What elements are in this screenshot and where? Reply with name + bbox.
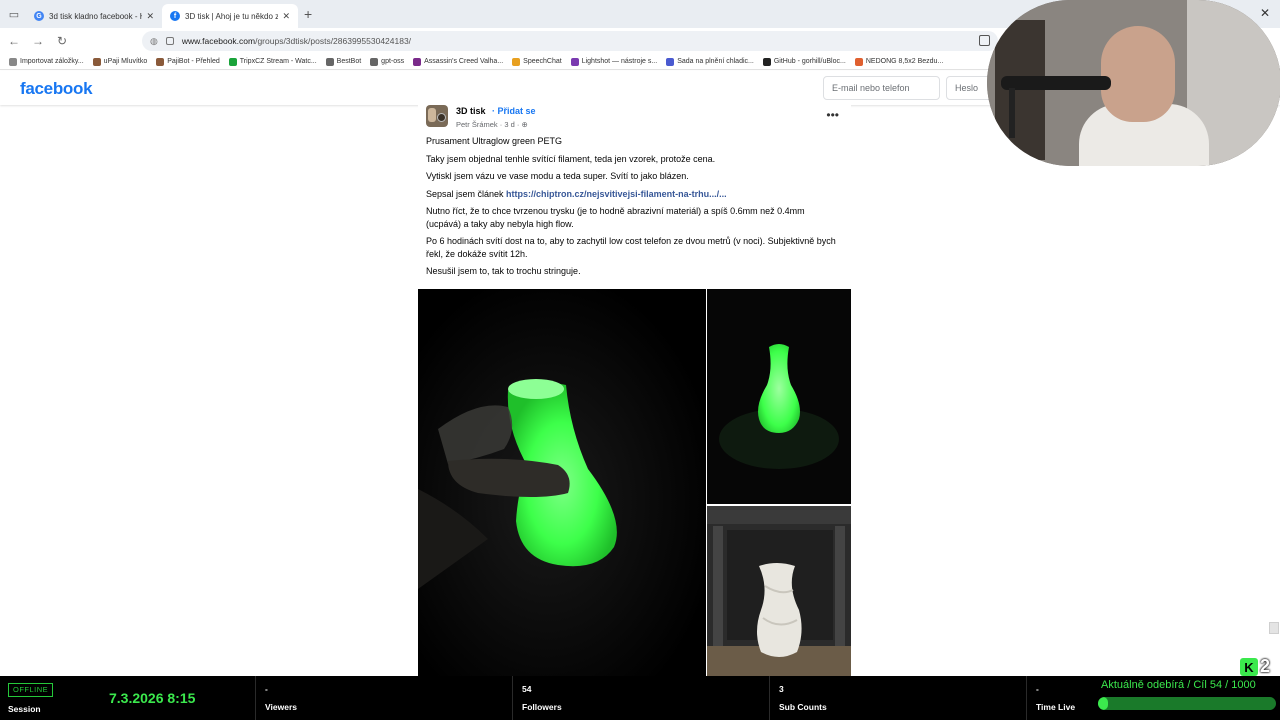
bookmark-favicon-icon — [413, 57, 422, 66]
browser-tab-search[interactable]: G 3d tisk kladno facebook - Hledat ✕ — [26, 4, 162, 28]
sub-goal-progress-fill — [1098, 697, 1108, 710]
followers-value: 54 — [522, 684, 532, 694]
email-field[interactable]: E-mail nebo telefon — [823, 76, 940, 100]
time-live-label: Time Live — [1036, 702, 1076, 712]
post-photo-white-vase-printer[interactable] — [707, 506, 851, 676]
session-datetime: 7.3.2026 8:15 — [109, 690, 196, 706]
streamer-webcam — [987, 0, 1280, 166]
google-favicon-icon: G — [34, 11, 44, 21]
kick-badge: K 2 — [1238, 656, 1280, 678]
post-text: Prusament Ultraglow green PETG Taky jsem… — [426, 135, 836, 283]
bookmark-item[interactable]: NEDONG 8,5x2 Bezdu... — [854, 57, 944, 66]
new-tab-button[interactable]: + — [304, 6, 312, 22]
group-avatar[interactable] — [426, 105, 448, 127]
article-link[interactable]: https://chiptron.cz/nejsvitivejsi-filame… — [506, 189, 727, 199]
post-paragraph: Nutno říct, že to chce tvrzenou trysku (… — [426, 206, 805, 229]
viewers-value: - — [265, 684, 268, 694]
bookmark-favicon-icon — [228, 57, 237, 66]
subs-value: 3 — [779, 684, 784, 694]
bookmark-item[interactable]: uPaji Mluvítko — [92, 57, 148, 66]
post-photo-glowing-vase-dark[interactable] — [707, 289, 851, 504]
bookmark-label: Importovat záložky... — [20, 58, 84, 65]
time-live-value: - — [1036, 684, 1039, 694]
public-globe-icon: ⊕ — [521, 120, 528, 129]
facebook-logo[interactable]: facebook — [20, 79, 93, 99]
tab-list-icon[interactable]: ▭ — [2, 2, 26, 26]
sub-goal-progress — [1098, 697, 1276, 710]
post-paragraph: Taky jsem objednal tenhle svítící filame… — [426, 153, 716, 164]
post-paragraph: Nesušil jsem to, tak to trochu stringuje… — [426, 266, 581, 276]
viewers-stat: - Viewers — [265, 676, 505, 720]
bookmark-label: TripxCZ Stream - Watc... — [239, 58, 317, 65]
bookmark-favicon-icon — [92, 57, 101, 66]
viewers-label: Viewers — [265, 702, 297, 712]
tab-title: 3D tisk | Ahoj je tu někdo z Kladna — [185, 11, 279, 21]
status-badge: OFFLINE — [8, 683, 54, 697]
bookmark-label: NEDONG 8,5x2 Bezdu... — [865, 58, 944, 65]
bookmark-item[interactable]: BestBot — [325, 57, 362, 66]
group-post: 3D tisk · Přidat se Petr Šrámek · 3 d · … — [418, 105, 851, 289]
post-meta: Petr Šrámek · 3 d · ⊕ — [456, 120, 528, 129]
bookmark-label: GitHub - gorhill/uBloc... — [773, 58, 846, 65]
bookmark-item[interactable]: PajiBot - Přehled — [156, 57, 220, 66]
subs-stat: 3 Sub Counts — [779, 676, 1019, 720]
bookmark-item[interactable]: Lightshot — nástroje s... — [570, 57, 658, 66]
more-options-icon[interactable]: ••• — [826, 108, 839, 122]
bookmark-item[interactable]: SpeechChat — [512, 57, 562, 66]
post-paragraph: Prusament Ultraglow green PETG — [426, 136, 563, 146]
bookmark-label: BestBot — [336, 58, 362, 65]
post-photo-glowing-vase-in-hand[interactable] — [418, 289, 706, 676]
post-paragraph: Vytiskl jsem vázu ve vase modu a teda su… — [426, 171, 689, 181]
address-bar[interactable]: ◍ www.facebook.com/groups/3dtisk/posts/2… — [142, 31, 998, 51]
bookmark-label: PajiBot - Přehled — [167, 58, 220, 65]
bookmark-favicon-icon — [512, 57, 521, 66]
bookmark-favicon-icon — [762, 57, 771, 66]
bookmark-item[interactable]: GitHub - gorhill/uBloc... — [762, 57, 846, 66]
bookmark-item[interactable]: gpt-oss — [370, 57, 405, 66]
forward-arrow-icon[interactable]: → — [28, 31, 48, 51]
stream-stats-bar: OFFLINE Session 7.3.2026 8:15 - Viewers … — [0, 676, 1280, 720]
bookmark-item[interactable]: Assassin's Creed Valha... — [413, 57, 504, 66]
bookmark-favicon-icon — [370, 57, 379, 66]
reload-icon[interactable]: ↻ — [52, 31, 72, 51]
bookmark-label: Sada na plnění chladic... — [677, 58, 754, 65]
bookmark-favicon-icon — [854, 57, 863, 66]
browser-tab-facebook[interactable]: f 3D tisk | Ahoj je tu někdo z Kladna ✕ — [162, 4, 298, 28]
tab-close-icon[interactable]: ✕ — [282, 11, 290, 22]
bookmark-label: uPaji Mluvítko — [103, 58, 148, 65]
bookmark-label: gpt-oss — [381, 58, 405, 65]
bookmark-label: Lightshot — nástroje s... — [581, 58, 658, 65]
tab-title: 3d tisk kladno facebook - Hledat — [49, 11, 142, 21]
subs-label: Sub Counts — [779, 702, 827, 712]
bookmark-label: SpeechChat — [523, 58, 562, 65]
bookmark-favicon-icon — [666, 57, 675, 66]
tab-close-icon[interactable]: ✕ — [146, 11, 154, 22]
tracking-protection-icon[interactable] — [165, 37, 174, 45]
kick-count: 2 — [1260, 656, 1271, 676]
bookmark-label: Assassin's Creed Valha... — [424, 58, 504, 65]
join-group-button[interactable]: · Přidat se — [492, 106, 536, 116]
back-arrow-icon[interactable]: ← — [4, 31, 24, 51]
post-paragraph: Sepsal jsem článek https://chiptron.cz/n… — [426, 188, 727, 199]
bookmark-favicon-icon — [9, 57, 17, 66]
scrollbar-thumb[interactable] — [1269, 622, 1279, 634]
bookmark-favicon-icon — [325, 57, 334, 66]
followers-stat: 54 Followers — [522, 676, 762, 720]
bookmark-item[interactable]: TripxCZ Stream - Watc... — [228, 57, 317, 66]
session-label: Session — [8, 704, 41, 714]
bookmark-favicon-icon — [156, 57, 165, 66]
group-name-link[interactable]: 3D tisk — [456, 106, 486, 116]
followers-label: Followers — [522, 702, 562, 712]
url-text: www.facebook.com/groups/3dtisk/posts/286… — [181, 36, 412, 46]
facebook-favicon-icon: f — [170, 11, 180, 21]
bookmark-favicon-icon — [570, 57, 579, 66]
bookmark-item[interactable]: Sada na plnění chladic... — [666, 57, 754, 66]
bookmark-item[interactable]: Importovat záložky... — [9, 57, 84, 66]
site-info-icon[interactable]: ◍ — [150, 36, 158, 47]
kick-logo-icon: K — [1240, 658, 1258, 676]
time-live-stat: - Time Live — [1036, 676, 1096, 720]
sub-goal-label: Aktuálně odebírá / Cíl 54 / 1000 — [1101, 679, 1256, 691]
post-paragraph: Po 6 hodinách svítí dost na to, aby to z… — [426, 236, 836, 259]
